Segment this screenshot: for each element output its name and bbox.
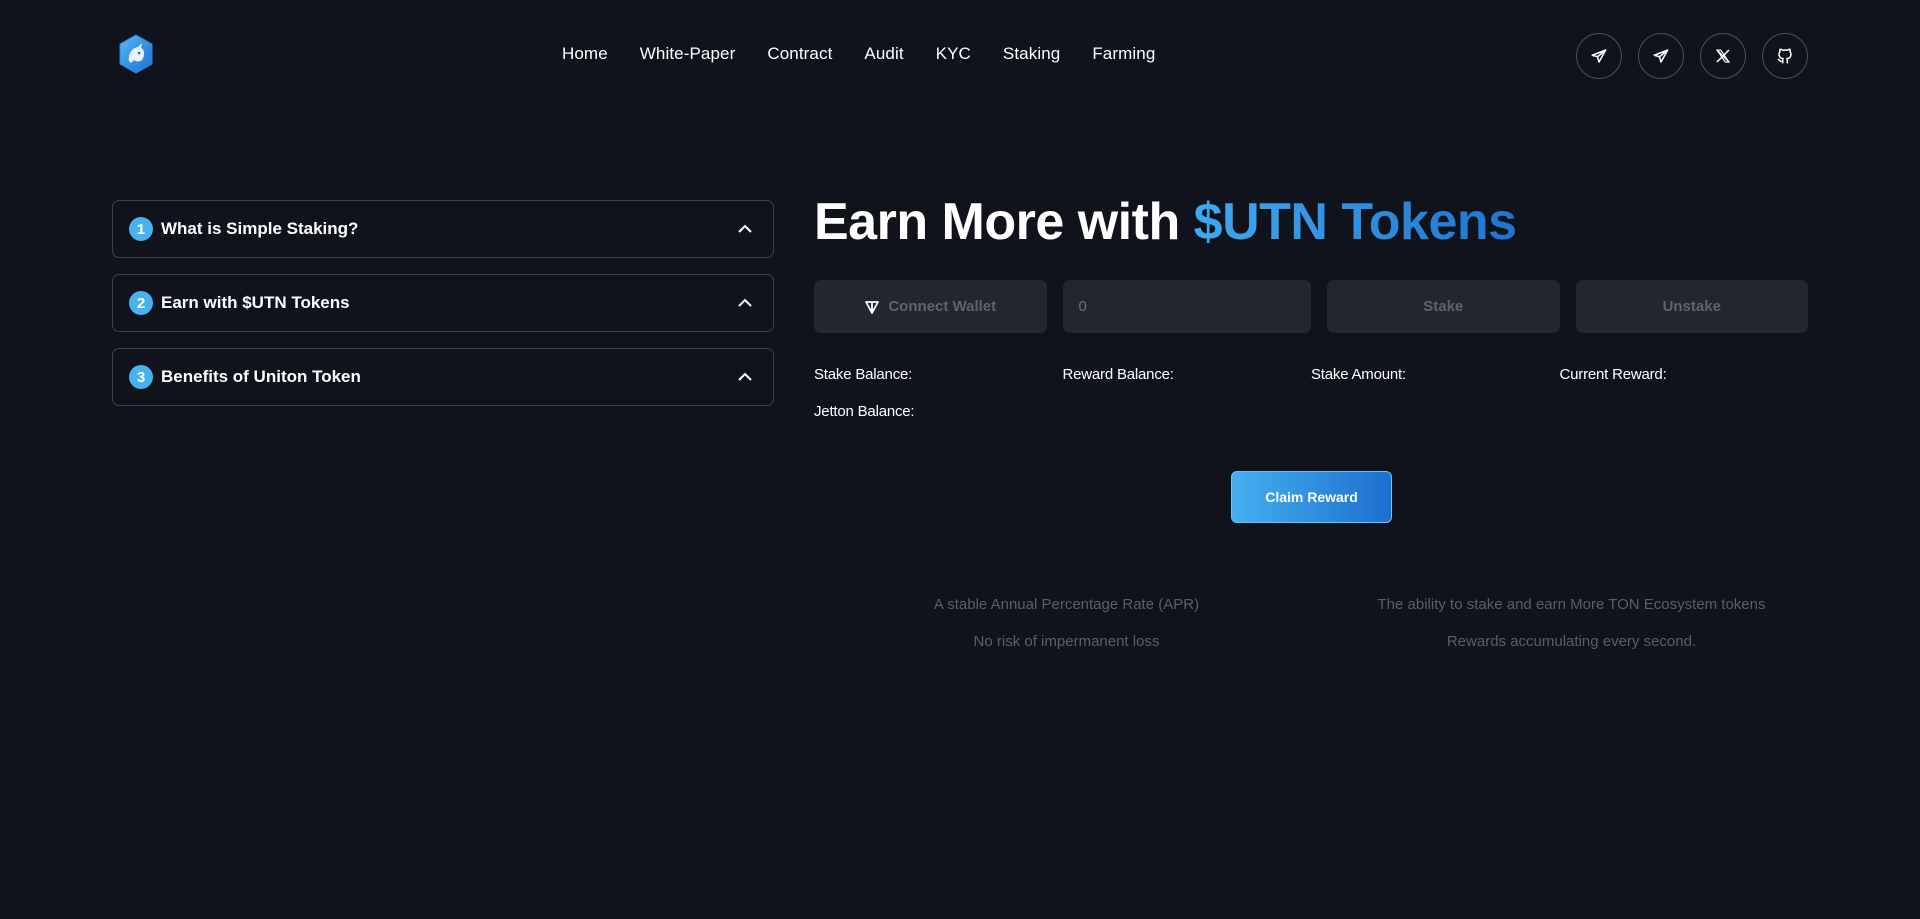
benefit-item: The ability to stake and earn More TON E… [1377,596,1766,613]
accordion-item-earn-utn[interactable]: 2 Earn with $UTN Tokens [112,274,774,332]
logo[interactable] [118,34,154,74]
github-icon [1777,48,1792,64]
benefits-list: A stable Annual Percentage Rate (APR) Th… [814,596,1824,650]
telegram-icon [1653,49,1669,63]
step-number-badge: 1 [129,217,153,241]
benefit-item: A stable Annual Percentage Rate (APR) [933,596,1200,613]
nav-home[interactable]: Home [562,44,608,64]
amount-field[interactable] [1062,280,1311,333]
jetton-balance-label: Jetton Balance: [814,403,915,420]
nav-audit[interactable]: Audit [864,44,903,64]
stake-balance-label: Stake Balance: [814,366,913,383]
title-white-part: Earn More with [814,193,1194,251]
stake-amount-input[interactable] [1078,298,1311,315]
stake-amount-label: Stake Amount: [1311,366,1406,383]
main-nav: Home White-Paper Contract Audit KYC Stak… [562,44,1155,64]
x-twitter-link[interactable] [1700,33,1746,79]
accordion-title: Benefits of Uniton Token [161,367,361,386]
chevron-up-icon[interactable] [735,219,755,239]
balance-stats: Stake Balance: Reward Balance: Stake Amo… [814,366,1808,420]
ton-icon [865,300,880,314]
telegram-icon [1591,49,1607,63]
unstake-button[interactable]: Unstake [1575,280,1808,333]
accordion-title: Earn with $UTN Tokens [161,293,350,312]
nav-kyc[interactable]: KYC [936,44,971,64]
title-blue-part: $UTN Tokens [1193,193,1517,251]
nav-staking[interactable]: Staking [1003,44,1060,64]
stake-button[interactable]: Stake [1327,280,1560,333]
current-reward-label: Current Reward: [1559,366,1667,383]
benefit-item: Rewards accumulating every second. [1446,633,1697,650]
social-links [1576,33,1808,79]
nav-white-paper[interactable]: White-Paper [640,44,736,64]
accordion-title: What is Simple Staking? [161,219,359,238]
site-header: Home White-Paper Contract Audit KYC Stak… [0,0,1920,110]
benefit-item: No risk of impermanent loss [973,633,1160,650]
chevron-up-icon[interactable] [735,367,755,387]
connect-wallet-button[interactable]: Connect Wallet [814,280,1047,333]
unicorn-hexagon-logo-icon [119,34,153,74]
nav-farming[interactable]: Farming [1092,44,1155,64]
x-twitter-icon [1715,49,1731,63]
telegram-link-1[interactable] [1576,33,1622,79]
accordion-item-simple-staking[interactable]: 1 What is Simple Staking? [112,200,774,258]
chevron-up-icon[interactable] [735,293,755,313]
page-title: Earn More with $UTN Tokens [814,192,1517,252]
connect-wallet-label: Connect Wallet [888,298,997,315]
step-number-badge: 3 [129,365,153,389]
reward-balance-label: Reward Balance: [1062,366,1174,383]
accordion-item-benefits[interactable]: 3 Benefits of Uniton Token [112,348,774,406]
github-link[interactable] [1762,33,1808,79]
step-number-badge: 2 [129,291,153,315]
telegram-link-2[interactable] [1638,33,1684,79]
staking-controls: Connect Wallet Stake Unstake [814,280,1808,333]
claim-reward-button[interactable]: Claim Reward [1231,471,1392,523]
faq-accordion: 1 What is Simple Staking? 2 Earn with $U… [112,200,774,422]
nav-contract[interactable]: Contract [767,44,832,64]
